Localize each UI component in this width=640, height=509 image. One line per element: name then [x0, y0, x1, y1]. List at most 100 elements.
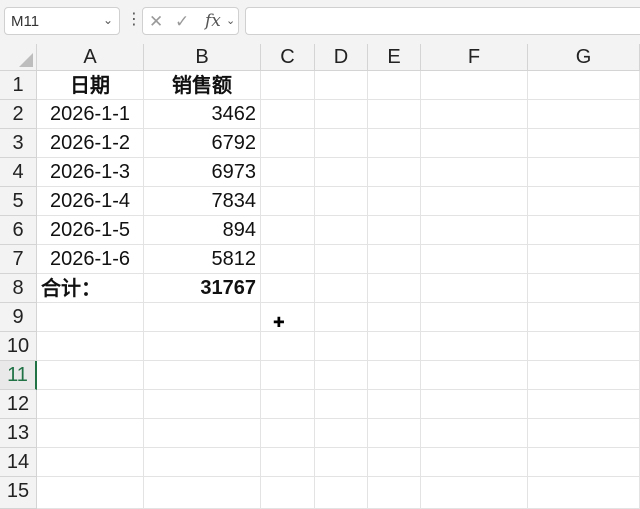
row-header[interactable]: 3 — [0, 129, 37, 158]
empty-cell[interactable] — [368, 303, 421, 332]
empty-cell[interactable] — [368, 448, 421, 477]
row-header[interactable]: 6 — [0, 216, 37, 245]
empty-cell[interactable] — [261, 100, 315, 129]
empty-cell[interactable] — [368, 245, 421, 274]
name-box[interactable]: M11 ⌄ — [4, 7, 120, 35]
enter-icon[interactable]: ✓ — [175, 12, 189, 32]
empty-cell[interactable] — [368, 332, 421, 361]
cell-a5[interactable]: 2026-1-4 — [37, 187, 144, 216]
empty-cell[interactable] — [421, 419, 528, 448]
empty-cell[interactable] — [528, 477, 640, 509]
empty-cell[interactable] — [368, 274, 421, 303]
row-header[interactable]: 5 — [0, 187, 37, 216]
row-header-selected[interactable]: 11 — [0, 361, 37, 390]
cell-b5[interactable]: 7834 — [144, 187, 261, 216]
empty-cell[interactable] — [421, 158, 528, 187]
empty-cell[interactable] — [315, 71, 368, 100]
column-header-f[interactable]: F — [421, 44, 528, 71]
empty-cell[interactable] — [261, 245, 315, 274]
cancel-icon[interactable]: ✕ — [149, 12, 163, 32]
empty-cell[interactable] — [315, 448, 368, 477]
empty-cell[interactable] — [144, 477, 261, 509]
empty-cell[interactable] — [37, 332, 144, 361]
empty-cell[interactable] — [144, 448, 261, 477]
empty-cell[interactable] — [421, 100, 528, 129]
empty-cell[interactable] — [37, 477, 144, 509]
empty-cell[interactable] — [315, 187, 368, 216]
empty-cell[interactable] — [261, 71, 315, 100]
empty-cell[interactable] — [528, 419, 640, 448]
empty-cell[interactable] — [368, 100, 421, 129]
empty-cell[interactable] — [144, 303, 261, 332]
cell-a3[interactable]: 2026-1-2 — [37, 129, 144, 158]
empty-cell[interactable] — [144, 332, 261, 361]
empty-cell[interactable] — [368, 71, 421, 100]
empty-cell[interactable] — [528, 71, 640, 100]
empty-cell[interactable] — [315, 100, 368, 129]
empty-cell[interactable] — [528, 129, 640, 158]
empty-cell[interactable] — [261, 187, 315, 216]
row-header[interactable]: 12 — [0, 390, 37, 419]
empty-cell[interactable] — [261, 303, 315, 332]
empty-cell[interactable] — [421, 187, 528, 216]
empty-cell[interactable] — [261, 390, 315, 419]
kebab-icon[interactable]: ⋮ — [126, 9, 142, 31]
empty-cell[interactable] — [368, 158, 421, 187]
empty-cell[interactable] — [315, 158, 368, 187]
empty-cell[interactable] — [421, 71, 528, 100]
empty-cell[interactable] — [421, 274, 528, 303]
cell-b8[interactable]: 31767 — [144, 274, 261, 303]
empty-cell[interactable] — [421, 390, 528, 419]
empty-cell[interactable] — [528, 158, 640, 187]
select-all-button[interactable] — [0, 44, 37, 71]
empty-cell[interactable] — [528, 361, 640, 390]
empty-cell[interactable] — [37, 361, 144, 390]
empty-cell[interactable] — [421, 332, 528, 361]
empty-cell[interactable] — [368, 419, 421, 448]
row-header[interactable]: 14 — [0, 448, 37, 477]
formula-input[interactable] — [245, 7, 640, 35]
column-header-d[interactable]: D — [315, 44, 368, 71]
cell-a8[interactable]: 合计： — [37, 274, 144, 303]
empty-cell[interactable] — [261, 448, 315, 477]
cell-a6[interactable]: 2026-1-5 — [37, 216, 144, 245]
cell-b3[interactable]: 6792 — [144, 129, 261, 158]
empty-cell[interactable] — [144, 390, 261, 419]
empty-cell[interactable] — [37, 448, 144, 477]
empty-cell[interactable] — [528, 274, 640, 303]
cell-a2[interactable]: 2026-1-1 — [37, 100, 144, 129]
row-header[interactable]: 4 — [0, 158, 37, 187]
chevron-down-icon[interactable]: ⌄ — [103, 13, 113, 27]
column-header-e[interactable]: E — [368, 44, 421, 71]
empty-cell[interactable] — [37, 419, 144, 448]
row-header[interactable]: 8 — [0, 274, 37, 303]
empty-cell[interactable] — [261, 332, 315, 361]
row-header[interactable]: 7 — [0, 245, 37, 274]
cell-b1[interactable]: 销售额 — [144, 71, 261, 100]
row-header[interactable]: 9 — [0, 303, 37, 332]
column-header-a[interactable]: A — [37, 44, 144, 71]
cell-a4[interactable]: 2026-1-3 — [37, 158, 144, 187]
empty-cell[interactable] — [368, 129, 421, 158]
empty-cell[interactable] — [421, 245, 528, 274]
empty-cell[interactable] — [261, 274, 315, 303]
empty-cell[interactable] — [261, 361, 315, 390]
empty-cell[interactable] — [315, 216, 368, 245]
empty-cell[interactable] — [528, 303, 640, 332]
empty-cell[interactable] — [144, 361, 261, 390]
empty-cell[interactable] — [421, 448, 528, 477]
empty-cell[interactable] — [528, 187, 640, 216]
empty-cell[interactable] — [315, 274, 368, 303]
empty-cell[interactable] — [261, 129, 315, 158]
empty-cell[interactable] — [315, 419, 368, 448]
empty-cell[interactable] — [261, 158, 315, 187]
cell-b4[interactable]: 6973 — [144, 158, 261, 187]
column-header-c[interactable]: C — [261, 44, 315, 71]
row-header[interactable]: 15 — [0, 477, 37, 509]
empty-cell[interactable] — [421, 129, 528, 158]
empty-cell[interactable] — [528, 448, 640, 477]
fx-icon[interactable]: fx — [205, 11, 221, 31]
empty-cell[interactable] — [261, 216, 315, 245]
empty-cell[interactable] — [315, 129, 368, 158]
empty-cell[interactable] — [528, 100, 640, 129]
